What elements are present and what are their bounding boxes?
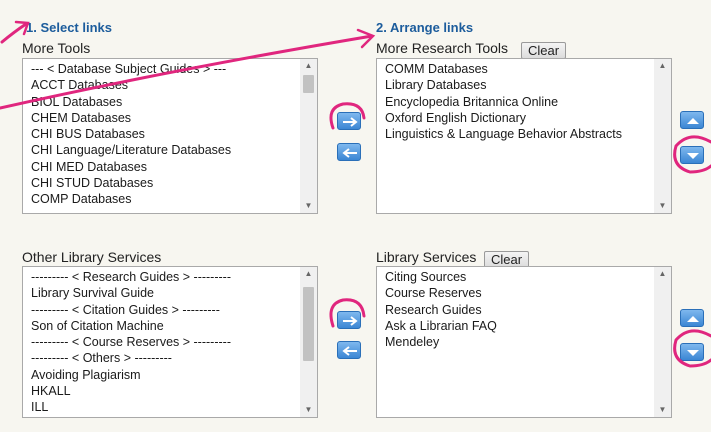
- more-tools-label: More Tools: [22, 40, 91, 56]
- move-up-service-button[interactable]: [680, 309, 704, 327]
- scroll-down-arrow-icon[interactable]: ▼: [300, 199, 317, 213]
- scroll-down-arrow-icon[interactable]: ▼: [300, 403, 317, 417]
- arrow-left-icon: [342, 346, 357, 356]
- step-arrange-title: 2. Arrange links: [376, 20, 474, 35]
- list-item[interactable]: HKALL: [31, 383, 317, 399]
- more-research-tools-listbox[interactable]: COMM Databases Library Databases Encyclo…: [376, 58, 672, 214]
- list-item[interactable]: Ask a Librarian FAQ: [385, 318, 671, 334]
- list-item[interactable]: COMP Databases: [31, 191, 317, 207]
- list-item[interactable]: Oxford English Dictionary: [385, 110, 671, 126]
- list-item[interactable]: Son of Citation Machine: [31, 318, 317, 334]
- other-library-services-label: Other Library Services: [22, 249, 162, 265]
- list-item[interactable]: Encyclopedia Britannica Online: [385, 94, 671, 110]
- list-item[interactable]: CHI Language/Literature Databases: [31, 142, 317, 158]
- list-item[interactable]: ACCT Databases: [31, 77, 317, 93]
- list-item[interactable]: Library Databases: [385, 77, 671, 93]
- library-services-label: Library Services: [376, 249, 477, 265]
- library-services-list: Citing Sources Course Reserves Research …: [377, 267, 671, 350]
- library-services-listbox[interactable]: Citing Sources Course Reserves Research …: [376, 266, 672, 418]
- triangle-down-icon: [687, 153, 699, 159]
- scroll-up-arrow-icon[interactable]: ▲: [300, 59, 317, 73]
- list-item[interactable]: CHI BUS Databases: [31, 126, 317, 142]
- triangle-up-icon: [687, 118, 699, 124]
- arrow-right-icon: [343, 117, 358, 127]
- library-services-scrollbar[interactable]: ▲ ▼: [654, 267, 671, 417]
- scroll-up-arrow-icon[interactable]: ▲: [300, 267, 317, 281]
- list-item[interactable]: Citing Sources: [385, 269, 671, 285]
- list-item[interactable]: CHI STUD Databases: [31, 175, 317, 191]
- add-link-button[interactable]: [337, 112, 361, 130]
- move-down-service-button[interactable]: [680, 343, 704, 361]
- scroll-thumb[interactable]: [303, 287, 314, 361]
- other-library-services-list: --------- < Research Guides > --------- …: [23, 267, 317, 416]
- list-item[interactable]: --------- < Citation Guides > ---------: [31, 302, 317, 318]
- list-item[interactable]: --------- < Others > ---------: [31, 350, 317, 366]
- more-tools-scrollbar[interactable]: ▲ ▼: [300, 59, 317, 213]
- list-item[interactable]: BIOL Databases: [31, 94, 317, 110]
- list-item[interactable]: Course Reserves: [385, 285, 671, 301]
- link-manager: 1. Select links 2. Arrange links More To…: [0, 0, 711, 432]
- remove-service-button[interactable]: [337, 341, 361, 359]
- list-item[interactable]: Library Survival Guide: [31, 285, 317, 301]
- list-item[interactable]: COMM Databases: [385, 61, 671, 77]
- scroll-up-arrow-icon[interactable]: ▲: [654, 267, 671, 281]
- list-item[interactable]: Research Guides: [385, 302, 671, 318]
- list-item[interactable]: ILL: [31, 399, 317, 415]
- move-up-button[interactable]: [680, 111, 704, 129]
- add-service-button[interactable]: [337, 311, 361, 329]
- more-tools-list: --- < Database Subject Guides > --- ACCT…: [23, 59, 317, 208]
- arrow-left-icon: [342, 148, 357, 158]
- more-research-tools-label: More Research Tools: [376, 40, 509, 56]
- more-tools-listbox[interactable]: --- < Database Subject Guides > --- ACCT…: [22, 58, 318, 214]
- list-item[interactable]: Linguistics & Language Behavior Abstract…: [385, 126, 671, 142]
- scroll-up-arrow-icon[interactable]: ▲: [654, 59, 671, 73]
- list-item[interactable]: --------- < Research Guides > ---------: [31, 269, 317, 285]
- clear-research-tools-button[interactable]: Clear: [521, 42, 567, 59]
- triangle-up-icon: [687, 316, 699, 322]
- list-item[interactable]: CHEM Databases: [31, 110, 317, 126]
- research-tools-scrollbar[interactable]: ▲ ▼: [654, 59, 671, 213]
- scroll-thumb[interactable]: [303, 75, 314, 93]
- other-library-services-listbox[interactable]: --------- < Research Guides > --------- …: [22, 266, 318, 418]
- remove-link-button[interactable]: [337, 143, 361, 161]
- list-item[interactable]: --------- < Course Reserves > ---------: [31, 334, 317, 350]
- move-down-button[interactable]: [680, 146, 704, 164]
- list-item[interactable]: Avoiding Plagiarism: [31, 367, 317, 383]
- list-item[interactable]: --- < Database Subject Guides > ---: [31, 61, 317, 77]
- triangle-down-icon: [687, 350, 699, 356]
- more-research-tools-list: COMM Databases Library Databases Encyclo…: [377, 59, 671, 142]
- step-select-title: 1. Select links: [26, 20, 112, 35]
- scroll-down-arrow-icon[interactable]: ▼: [654, 403, 671, 417]
- other-services-scrollbar[interactable]: ▲ ▼: [300, 267, 317, 417]
- list-item[interactable]: Mendeley: [385, 334, 671, 350]
- arrow-right-icon: [343, 316, 358, 326]
- list-item[interactable]: CHI MED Databases: [31, 159, 317, 175]
- scroll-down-arrow-icon[interactable]: ▼: [654, 199, 671, 213]
